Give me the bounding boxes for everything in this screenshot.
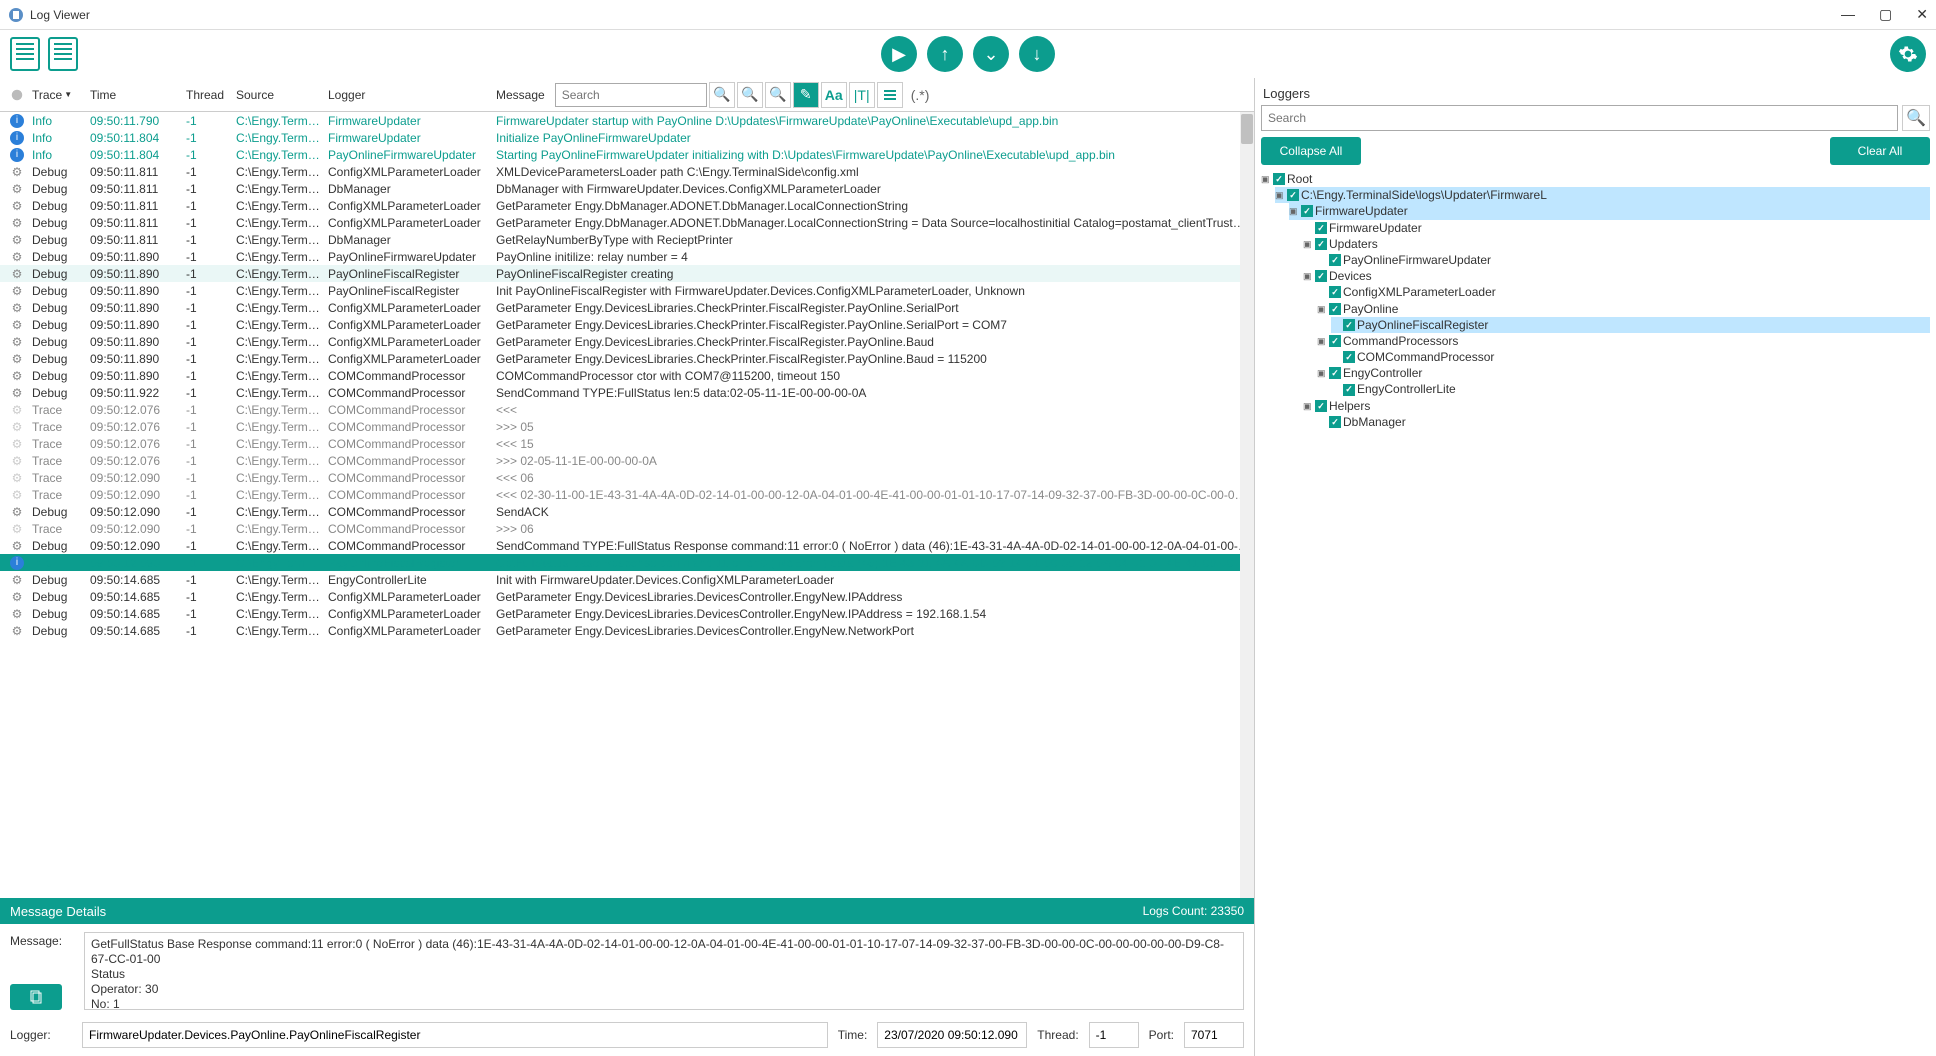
table-row[interactable]: Debug09:50:14.685-1C:\Engy.TerminalSEngy… — [0, 571, 1254, 588]
down-button[interactable]: ↓ — [1019, 36, 1055, 72]
highlight-toggle[interactable]: ✎ — [793, 82, 819, 108]
case-toggle[interactable]: Aa — [821, 82, 847, 108]
table-row[interactable]: Debug09:50:11.811-1C:\Engy.TerminalSDbMa… — [0, 231, 1254, 248]
column-thread[interactable]: Thread — [182, 88, 232, 102]
table-row[interactable]: Debug09:50:11.811-1C:\Engy.TerminalSConf… — [0, 214, 1254, 231]
table-row[interactable]: Trace09:50:12.076-1C:\Engy.TerminalSCOMC… — [0, 418, 1254, 435]
table-row[interactable]: Debug09:50:11.922-1C:\Engy.TerminalSCOMC… — [0, 384, 1254, 401]
up-button[interactable]: ↑ — [927, 36, 963, 72]
whole-word-toggle[interactable]: |T| — [849, 82, 875, 108]
search-prev-button[interactable]: 🔍 — [737, 82, 763, 108]
search-input[interactable] — [555, 83, 707, 107]
logger-label: Logger: — [10, 1028, 72, 1042]
table-row[interactable]: Debug09:50:11.890-1C:\Engy.TerminalSConf… — [0, 333, 1254, 350]
table-row[interactable]: Debug09:50:11.890-1C:\Engy.TerminalSPayO… — [0, 265, 1254, 282]
table-row[interactable]: iInfo09:50:11.804-1C:\Engy.TerminalSPayO… — [0, 146, 1254, 163]
table-row[interactable]: Debug09:50:12.090-1C:\Engy.TerminalSCOMC… — [0, 503, 1254, 520]
table-row[interactable]: Trace09:50:12.090-1C:\Engy.TerminalSCOMC… — [0, 520, 1254, 537]
port-field[interactable] — [1184, 1022, 1244, 1048]
logger-field[interactable] — [82, 1022, 828, 1048]
column-time[interactable]: Time — [86, 88, 182, 102]
table-row[interactable]: Debug09:50:14.685-1C:\Engy.TerminalSConf… — [0, 588, 1254, 605]
table-row[interactable]: iInfo09:50:11.790-1C:\Engy.TerminalSFirm… — [0, 112, 1254, 129]
table-row[interactable]: Debug09:50:11.890-1C:\Engy.TerminalSPayO… — [0, 248, 1254, 265]
loggers-tree[interactable]: ▣✓Root ▣✓C:\Engy.TerminalSide\logs\Updat… — [1261, 171, 1930, 430]
column-logger[interactable]: Logger — [324, 88, 492, 102]
table-row[interactable]: Debug09:50:11.890-1C:\Engy.TerminalSConf… — [0, 316, 1254, 333]
search-button[interactable]: 🔍 — [709, 82, 735, 108]
table-row[interactable]: Trace09:50:12.090-1C:\Engy.TerminalSCOMC… — [0, 486, 1254, 503]
table-row[interactable]: Debug09:50:11.811-1C:\Engy.TerminalSConf… — [0, 163, 1254, 180]
play-button[interactable]: ▶ — [881, 36, 917, 72]
thread-field[interactable] — [1089, 1022, 1139, 1048]
column-message[interactable]: Message — [492, 88, 549, 102]
table-row[interactable]: Debug09:50:14.685-1C:\Engy.TerminalSConf… — [0, 622, 1254, 639]
thread-label: Thread: — [1037, 1028, 1078, 1042]
settings-button[interactable] — [1890, 36, 1926, 72]
toolbar: ▶ ↑ ⌄ ↓ — [0, 30, 1936, 78]
table-row[interactable]: Debug09:50:11.890-1C:\Engy.TerminalSCOMC… — [0, 367, 1254, 384]
table-row[interactable]: Debug09:50:11.890-1C:\Engy.TerminalSConf… — [0, 350, 1254, 367]
message-label: Message: — [10, 932, 70, 948]
loggers-search-button[interactable]: 🔍 — [1902, 105, 1930, 131]
down-double-button[interactable]: ⌄ — [973, 36, 1009, 72]
table-row[interactable]: Debug09:50:11.811-1C:\Engy.TerminalSDbMa… — [0, 180, 1254, 197]
close-button[interactable]: ✕ — [1916, 6, 1928, 23]
clear-all-button[interactable]: Clear All — [1830, 137, 1930, 165]
table-row[interactable]: iInfo09:50:11.804-1C:\Engy.TerminalSFirm… — [0, 129, 1254, 146]
time-field[interactable] — [877, 1022, 1027, 1048]
table-row[interactable]: Trace09:50:12.090-1C:\Engy.TerminalSCOMC… — [0, 469, 1254, 486]
message-details-text[interactable]: GetFullStatus Base Response command:11 e… — [84, 932, 1244, 1010]
minimize-button[interactable]: — — [1841, 6, 1855, 23]
loggers-search-input[interactable] — [1261, 105, 1898, 131]
table-row[interactable]: Debug09:50:11.890-1C:\Engy.TerminalSPayO… — [0, 282, 1254, 299]
time-label: Time: — [838, 1028, 868, 1042]
open-file-2-button[interactable] — [48, 37, 78, 71]
table-row[interactable]: Debug09:50:12.090-1C:\Engy.TerminalSCOMC… — [0, 537, 1254, 554]
column-source[interactable]: Source — [232, 88, 324, 102]
collapse-all-button[interactable]: Collapse All — [1261, 137, 1361, 165]
window-title: Log Viewer — [30, 8, 90, 22]
port-label: Port: — [1149, 1028, 1174, 1042]
vertical-scrollbar[interactable] — [1240, 112, 1254, 898]
titlebar: Log Viewer — ▢ ✕ — [0, 0, 1936, 30]
details-header: Message Details Logs Count: 23350 — [0, 898, 1254, 924]
regex-pattern: (.*) — [911, 87, 930, 103]
log-grid[interactable]: iInfo09:50:11.790-1C:\Engy.TerminalSFirm… — [0, 112, 1254, 639]
table-row[interactable]: Debug09:50:11.811-1C:\Engy.TerminalSConf… — [0, 197, 1254, 214]
copy-message-button[interactable] — [10, 984, 62, 1010]
table-row[interactable]: Debug09:50:14.685-1C:\Engy.TerminalSConf… — [0, 605, 1254, 622]
table-row[interactable]: Trace09:50:12.076-1C:\Engy.TerminalSCOMC… — [0, 401, 1254, 418]
loggers-title: Loggers — [1261, 84, 1930, 105]
app-icon — [8, 7, 24, 23]
regex-options[interactable] — [877, 82, 903, 108]
table-row[interactable]: iInfo09:50:12.090-1C:\Engy.TerminalSPayO… — [0, 554, 1254, 571]
table-row[interactable]: Debug09:50:11.890-1C:\Engy.TerminalSConf… — [0, 299, 1254, 316]
table-row[interactable]: Trace09:50:12.076-1C:\Engy.TerminalSCOMC… — [0, 452, 1254, 469]
trace-filter[interactable]: Trace▼ — [28, 88, 86, 102]
grid-header: Trace▼ Time Thread Source Logger Message… — [0, 78, 1254, 112]
search-next-button[interactable]: 🔍 — [765, 82, 791, 108]
open-file-button[interactable] — [10, 37, 40, 71]
table-row[interactable]: Trace09:50:12.076-1C:\Engy.TerminalSCOMC… — [0, 435, 1254, 452]
maximize-button[interactable]: ▢ — [1879, 6, 1892, 23]
